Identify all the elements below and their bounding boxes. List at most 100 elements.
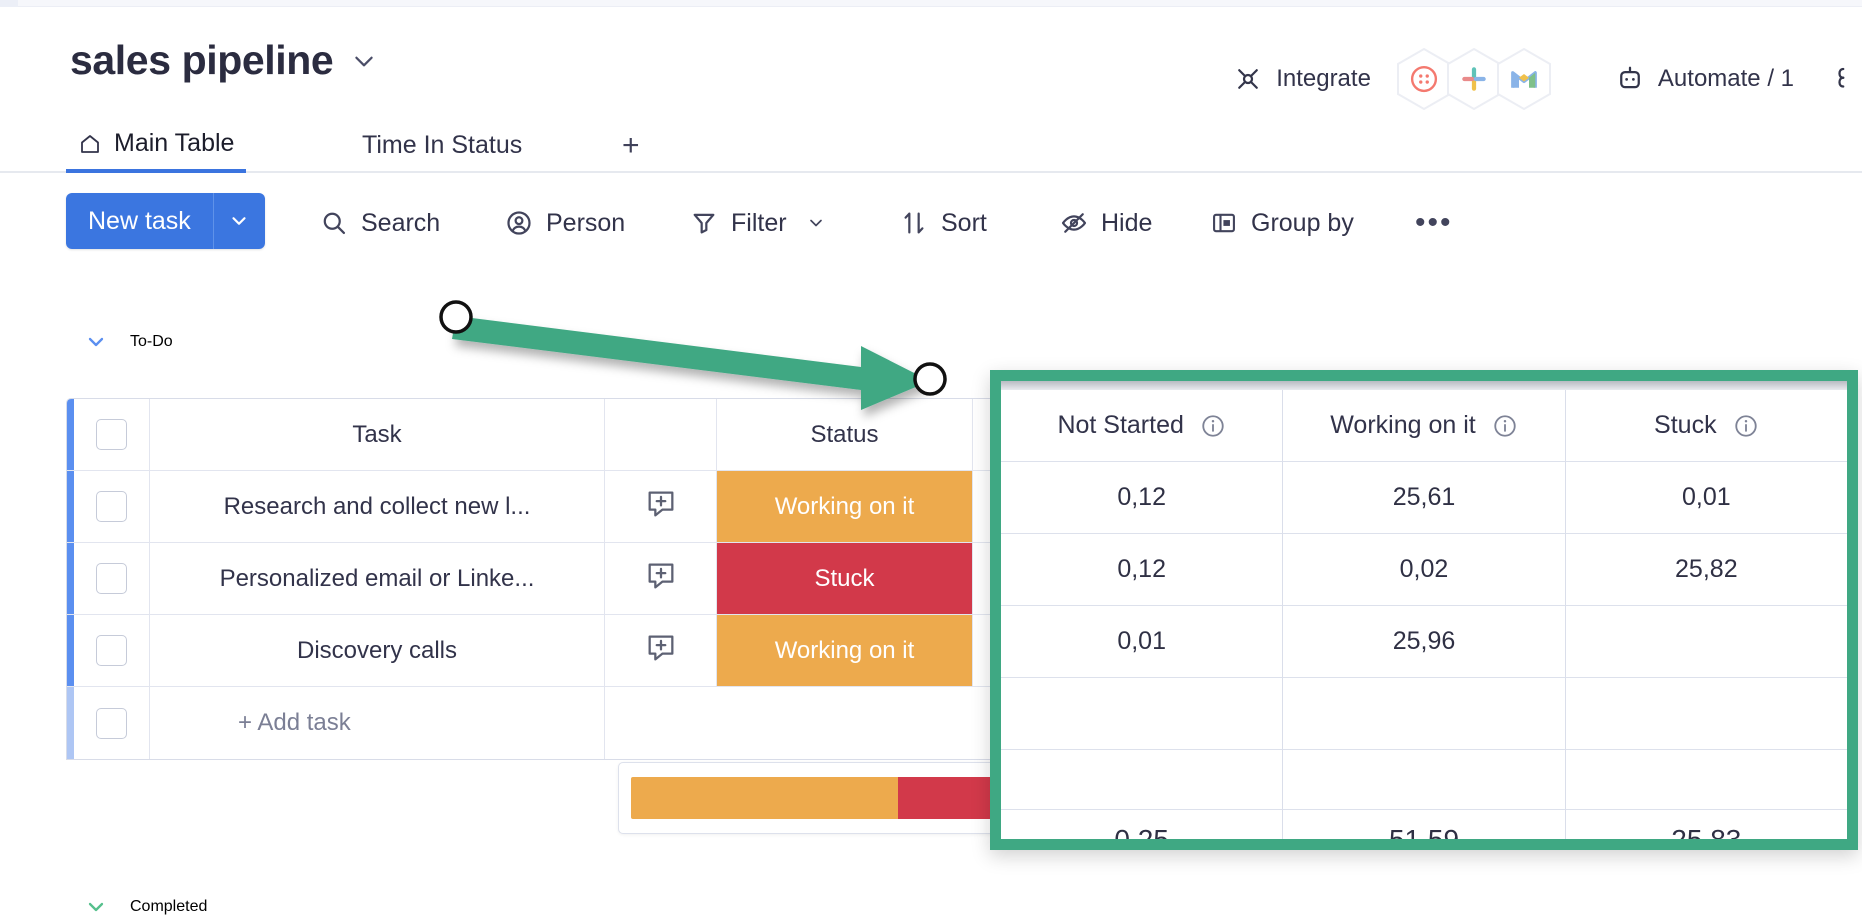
tis-cell[interactable]: 25,96 [1283,606,1565,678]
cell-task[interactable]: Research and collect new l... [150,471,605,542]
new-task-dropdown-button[interactable] [213,193,265,249]
tis-cell[interactable] [1566,606,1847,678]
group-collapse-chevron-down-icon[interactable] [84,895,108,919]
tis-header-label: Working on it [1330,411,1475,440]
row-accent [67,471,74,542]
tis-summary-row: 0,25 sum 51,59 sum 25,83 sum [1001,810,1847,850]
integration-gmail-icon[interactable] [1495,47,1553,111]
tab-time-in-status[interactable]: Time In Status [350,118,534,173]
row-accent [67,399,74,470]
row-select-cell [74,615,150,686]
select-all-cell [74,399,150,470]
group-by-icon [1210,209,1238,237]
info-icon[interactable] [1492,413,1518,439]
cell-task[interactable]: Personalized email or Linke... [150,543,605,614]
info-icon[interactable] [1733,413,1759,439]
tis-summary-stuck[interactable]: 25,83 sum [1566,810,1847,850]
tis-cell[interactable]: 0,02 [1283,534,1565,606]
header-extra-icon-button[interactable] [1822,58,1862,100]
tab-main-table-label: Main Table [114,129,234,158]
cell-task[interactable]: Discovery calls [150,615,605,686]
search-button[interactable]: Search [320,202,440,244]
app-root: sales pipeline Integrate [0,0,1862,924]
automate-label: Automate / 1 [1658,65,1794,93]
row-select-cell [74,543,150,614]
arrow-end-handle[interactable] [915,364,945,394]
partial-icon [1832,64,1862,94]
cell-status[interactable]: Working on it [717,615,973,686]
tis-spacer-row [1001,750,1847,810]
info-icon[interactable] [1200,413,1226,439]
column-header-status[interactable]: Status [717,399,973,470]
group-collapse-chevron-down-icon[interactable] [84,330,108,354]
tis-header-row: Not Started Working on it Stuck [1001,390,1847,462]
integrate-button[interactable]: Integrate [1223,58,1381,100]
row-accent [67,615,74,686]
hide-icon [1060,209,1088,237]
person-label: Person [546,209,625,238]
status-summary-bar[interactable] [631,777,1035,819]
panel-top-shadow [1001,381,1847,390]
tis-summary-value: 0,25 [1114,824,1169,850]
tis-cell[interactable]: 25,61 [1283,462,1565,534]
row-checkbox[interactable] [96,491,127,522]
tis-cell[interactable]: 0,01 [1001,606,1283,678]
row-accent [67,543,74,614]
automate-button[interactable]: Automate / 1 [1605,58,1804,100]
new-task-button[interactable]: New task [66,193,213,249]
group-header-todo[interactable]: To-Do [84,330,173,354]
row-checkbox[interactable] [96,563,127,594]
cell-chat[interactable] [605,471,717,542]
sort-label: Sort [941,209,987,238]
arrow-start-handle[interactable] [441,302,471,332]
group-header-completed[interactable]: Completed [84,895,207,919]
filter-button[interactable]: Filter [690,202,826,244]
tis-column-header-working-on-it[interactable]: Working on it [1283,390,1565,462]
filter-label: Filter [731,209,787,238]
add-task-button[interactable]: + Add task [150,687,605,759]
cell-chat[interactable] [605,615,717,686]
column-header-task[interactable]: Task [150,399,605,470]
add-task-chat-cell [605,687,717,759]
cell-status[interactable]: Working on it [717,471,973,542]
tis-cell[interactable]: 0,12 [1001,534,1283,606]
group-by-button[interactable]: Group by [1210,202,1354,244]
tis-column-header-stuck[interactable]: Stuck [1566,390,1847,462]
view-tabs: Main Table Time In Status + [0,118,1862,173]
add-update-icon [644,559,678,598]
person-filter-button[interactable]: Person [505,202,625,244]
tis-summary-working-on-it[interactable]: 51,59 sum [1283,810,1565,850]
tis-cell[interactable]: 0,01 [1566,462,1847,534]
filter-chevron-down-icon[interactable] [800,213,826,233]
cell-chat[interactable] [605,543,717,614]
tis-cell[interactable]: 0,12 [1001,462,1283,534]
hide-button[interactable]: Hide [1060,202,1152,244]
tis-cell[interactable]: 25,82 [1566,534,1847,606]
group-by-label: Group by [1251,209,1354,238]
group-title-completed: Completed [130,898,207,916]
tis-data-row: 0,01 25,96 [1001,606,1847,678]
tis-header-label: Not Started [1057,411,1183,440]
tis-summary-not-started[interactable]: 0,25 sum [1001,810,1283,850]
tab-add-view[interactable]: + [610,118,652,173]
status-summary-card [618,762,1048,834]
more-options-button[interactable]: ••• [1415,202,1453,244]
home-icon [78,132,102,156]
tis-column-header-not-started[interactable]: Not Started [1001,390,1283,462]
header-actions: Integrate [1223,47,1862,111]
board-header: sales pipeline Integrate [0,7,1862,120]
integrate-label: Integrate [1276,65,1371,93]
sort-button[interactable]: Sort [900,202,987,244]
top-strip-accent [0,0,18,7]
cell-status[interactable]: Stuck [717,543,973,614]
arrow-body [452,316,930,410]
search-label: Search [361,209,440,238]
board-title-chevron-down-icon[interactable] [351,48,377,74]
select-all-checkbox[interactable] [96,419,127,450]
tab-main-table[interactable]: Main Table [66,118,246,173]
robot-icon [1615,64,1645,94]
add-task-checkbox[interactable] [96,708,127,739]
row-checkbox[interactable] [96,635,127,666]
column-header-chat [605,399,717,470]
integrate-icon [1233,64,1263,94]
